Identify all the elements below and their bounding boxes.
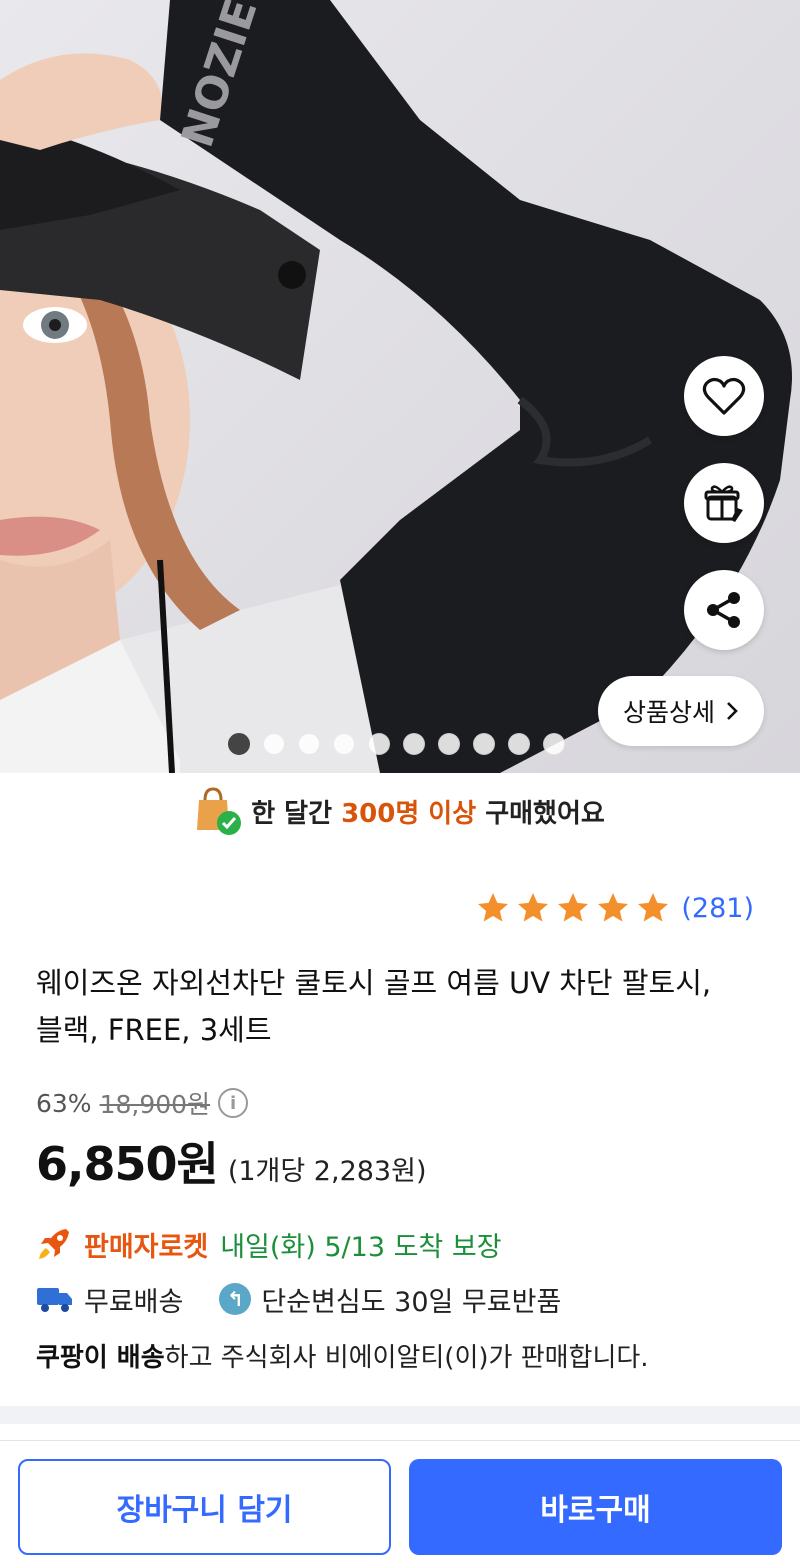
carousel-dot[interactable] — [508, 733, 530, 755]
product-photo: NOZIEW — [0, 0, 792, 773]
info-icon[interactable]: i — [218, 1088, 249, 1118]
section-divider — [0, 1406, 800, 1424]
add-to-cart-button[interactable]: 장바구니 담기 — [18, 1459, 391, 1555]
seller-rest: 하고 주식회사 비에이알티(이)가 판매합니다. — [164, 1342, 649, 1373]
chevron-right-icon — [727, 702, 738, 720]
sale-price-row: 6,850원 (1개당 2,283원) — [36, 1128, 427, 1191]
truck-icon — [37, 1288, 72, 1312]
product-detail-button[interactable]: 상품상세 — [598, 676, 764, 746]
original-price-row: 63% 18,900원 i — [36, 1085, 249, 1121]
gift-rocket-icon — [704, 485, 743, 522]
carousel-dot[interactable] — [473, 733, 495, 755]
carousel-dot[interactable] — [368, 733, 390, 755]
original-price: 18,900원 — [99, 1090, 211, 1119]
carousel-dot[interactable] — [263, 733, 285, 755]
carousel-dot[interactable] — [438, 733, 460, 755]
sale-price: 6,850원 — [36, 1137, 219, 1191]
carousel-dot[interactable] — [298, 733, 320, 755]
heart-icon — [702, 377, 746, 415]
seller-info: 쿠팡이 배송 하고 주식회사 비에이알티(이)가 판매합니다. — [36, 1333, 649, 1377]
gift-button[interactable] — [684, 463, 764, 543]
unit-price: (1개당 2,283원) — [227, 1156, 427, 1187]
shipping-info-row: 무료배송 ↰ 단순변심도 30일 무료반품 — [36, 1277, 561, 1321]
buy-now-button[interactable]: 바로구매 — [409, 1459, 782, 1555]
product-title: 웨이즈온 자외선차단 쿨토시 골프 여름 UV 차단 팔토시, 블랙, FREE… — [36, 966, 712, 1047]
star-icon — [478, 893, 509, 922]
review-count-link[interactable]: (281) — [681, 893, 754, 924]
purchase-count-banner: 한 달간 300명 이상 구매했어요 — [0, 780, 800, 842]
discount-rate: 63% — [36, 1088, 92, 1118]
delivery-promise-row: 판매자로켓 내일(화) 5/13 도착 보장 — [36, 1222, 502, 1266]
carousel-dot[interactable] — [333, 733, 355, 755]
rating-summary[interactable]: (281) — [475, 886, 754, 930]
product-image-carousel[interactable]: NOZIEW 상품상세 — [0, 0, 800, 773]
share-button[interactable] — [684, 570, 764, 650]
star-icon — [598, 893, 629, 922]
rocket-label: 판매자로켓 — [84, 1231, 209, 1263]
star-icon — [638, 893, 669, 922]
seller-bold: 쿠팡이 배송 — [36, 1342, 165, 1373]
rocket-icon — [39, 1229, 69, 1259]
product-detail-label: 상품상세 — [622, 698, 715, 727]
carousel-dot[interactable] — [228, 733, 250, 755]
carousel-indicator — [228, 733, 565, 755]
return-arrow-icon: ↰ — [219, 1283, 252, 1315]
shopping-bag-check-icon — [195, 786, 242, 836]
star-icon — [518, 893, 549, 922]
arrival-date: 내일(화) 5/13 도착 보장 — [220, 1231, 502, 1263]
free-return: 단순변심도 30일 무료반품 — [261, 1286, 562, 1318]
star-icon — [558, 893, 589, 922]
banner-text: 한 달간 300명 이상 구매했어요 — [251, 798, 605, 829]
wishlist-button[interactable] — [684, 356, 764, 436]
free-shipping: 무료배송 — [84, 1286, 184, 1318]
carousel-dot[interactable] — [403, 733, 425, 755]
share-icon — [707, 592, 740, 628]
carousel-dot[interactable] — [543, 733, 565, 755]
bottom-action-bar: 장바구니 담기 바로구매 — [0, 1440, 800, 1564]
